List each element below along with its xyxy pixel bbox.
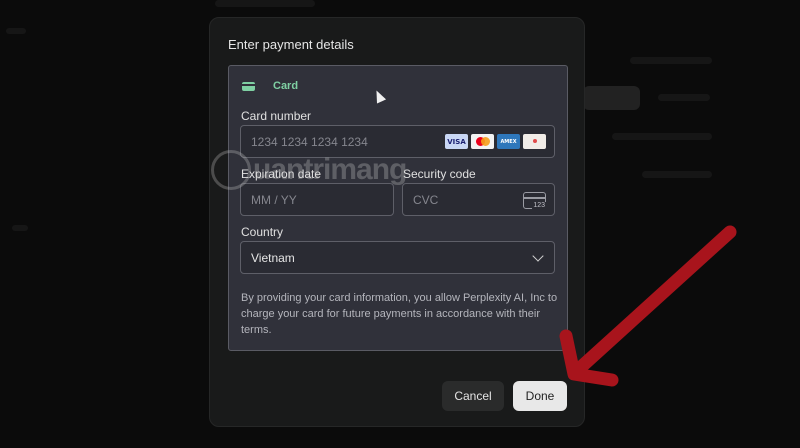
background-button [583,86,640,110]
background-element [658,94,710,101]
done-button[interactable]: Done [513,381,567,411]
tab-card-label: Card [273,80,299,92]
card-brands: VISA AMEX [445,134,546,149]
security-code-label: Security code [403,167,476,181]
payment-form: Card Card number 1234 1234 1234 1234 VIS… [228,65,568,351]
cvc-icon-number: 123 [532,202,546,209]
tab-card[interactable]: Card [242,80,298,92]
expiration-placeholder: MM / YY [251,192,297,207]
chevron-down-icon [532,250,544,262]
card-number-label: Card number [241,109,312,123]
unionpay-icon [523,134,546,149]
payment-dialog: Enter payment details Card Card number 1… [209,17,585,427]
background-element [12,225,28,231]
cancel-button[interactable]: Cancel [442,381,504,411]
visa-icon: VISA [445,134,468,149]
expiration-input[interactable]: MM / YY [240,183,394,216]
card-number-input[interactable]: 1234 1234 1234 1234 VISA AMEX [240,125,555,158]
security-code-input[interactable]: CVC 123 [402,183,555,216]
amex-icon: AMEX [497,134,520,149]
background-element [6,28,26,34]
background-element [630,57,712,64]
country-value: Vietnam [251,250,295,265]
mastercard-icon [471,134,494,149]
country-label: Country [241,225,284,239]
country-select[interactable]: Vietnam [240,241,555,274]
background-element [612,133,712,140]
card-number-placeholder: 1234 1234 1234 1234 [251,134,368,149]
background-element [642,171,712,178]
credit-card-icon [242,81,255,91]
dialog-title: Enter payment details [228,37,354,52]
cvc-card-icon: 123 [523,192,546,209]
payment-disclaimer: By providing your card information, you … [241,292,558,336]
security-code-placeholder: CVC [413,192,439,207]
background-element [215,0,315,7]
expiration-label: Expiration date [241,167,322,181]
